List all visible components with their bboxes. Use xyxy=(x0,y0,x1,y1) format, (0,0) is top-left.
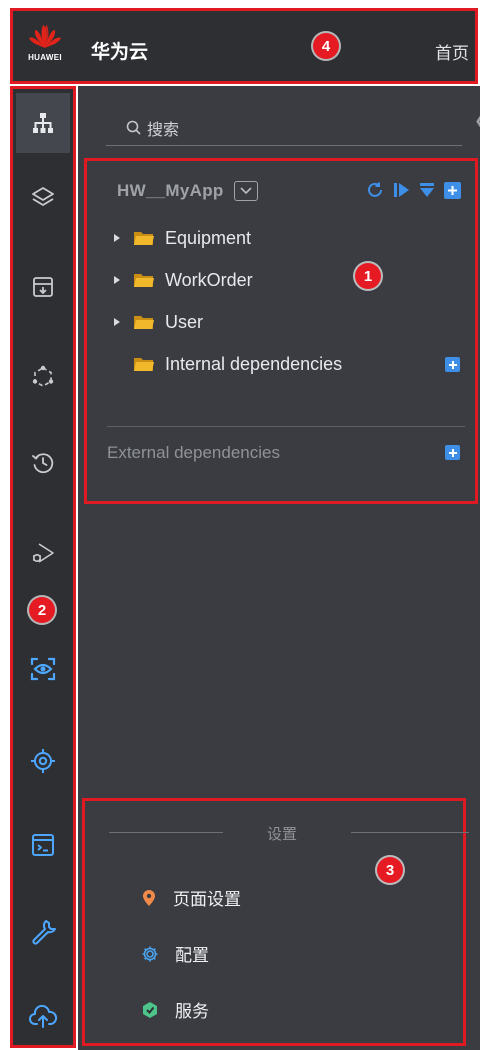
tree-item-label: User xyxy=(165,311,204,332)
app-name: HW__MyApp xyxy=(117,181,224,200)
tree-item-equipment[interactable]: Equipment xyxy=(113,225,251,251)
settings-title: 设置 xyxy=(267,826,298,843)
rail-item-eye-scan[interactable] xyxy=(16,639,70,699)
rail-item-history[interactable] xyxy=(16,433,70,493)
rail-item-sitemap[interactable] xyxy=(16,93,70,153)
top-bar: HUAWEI 华为云 4 首页 xyxy=(10,8,478,84)
huawei-logo[interactable]: HUAWEI xyxy=(22,23,68,79)
tree-item-label: Internal dependencies xyxy=(165,353,343,374)
refresh-icon[interactable] xyxy=(366,181,384,199)
add-internal-dependency-button[interactable] xyxy=(445,357,460,372)
home-link[interactable]: 首页 xyxy=(435,39,469,64)
app-selector: HW__MyApp xyxy=(117,181,258,201)
collapse-all-icon[interactable] xyxy=(418,181,436,199)
divider xyxy=(107,426,465,427)
tree-item-user[interactable]: User xyxy=(113,309,203,335)
run-icon[interactable] xyxy=(392,181,410,199)
callout-badge-4: 4 xyxy=(313,33,339,59)
rail-item-target[interactable] xyxy=(16,731,70,791)
callout-badge-1: 1 xyxy=(355,263,381,289)
huawei-flower-icon xyxy=(29,25,61,48)
folder-icon xyxy=(133,229,155,247)
rail-item-terminal[interactable] xyxy=(16,815,70,875)
add-external-dependency-button[interactable] xyxy=(445,445,460,460)
layers-icon xyxy=(32,187,54,206)
rail-item-wrench[interactable] xyxy=(16,901,70,961)
tree-item-label: WorkOrder xyxy=(165,269,253,290)
folder-icon xyxy=(133,355,155,373)
add-icon[interactable] xyxy=(444,181,461,199)
sitemap-icon xyxy=(33,113,53,133)
cloud-upload-icon xyxy=(29,1004,58,1028)
settings-divider-right xyxy=(351,832,469,833)
caret-right-icon[interactable] xyxy=(113,275,127,285)
config-item[interactable]: 配置 xyxy=(141,941,209,966)
tree-toolbar xyxy=(366,181,461,199)
page-settings-label: 页面设置 xyxy=(173,890,241,909)
rail-item-archive[interactable] xyxy=(16,257,70,317)
location-pin-icon xyxy=(143,889,155,906)
service-label: 服务 xyxy=(175,1002,209,1021)
collapse-panel-icon[interactable]: ❮ xyxy=(474,112,480,129)
caret-right-icon[interactable] xyxy=(113,317,127,327)
config-label: 配置 xyxy=(175,946,209,965)
rail-item-hexagon-nodes[interactable] xyxy=(16,347,70,407)
caret-right-icon[interactable] xyxy=(113,233,127,243)
hexagon-nodes-icon xyxy=(32,365,54,387)
rail-item-debug[interactable] xyxy=(16,523,70,583)
plus-icon xyxy=(448,360,457,369)
chevron-down-icon xyxy=(240,187,252,195)
app-dropdown-button[interactable] xyxy=(233,181,258,201)
eye-scan-icon xyxy=(30,657,56,681)
terminal-icon xyxy=(32,834,54,856)
target-icon xyxy=(31,749,55,773)
service-item[interactable]: 服务 xyxy=(141,997,209,1022)
external-dependencies-label[interactable]: External dependencies xyxy=(107,443,280,463)
brand-title[interactable]: 华为云 xyxy=(91,37,148,64)
service-hex-icon xyxy=(143,1001,157,1018)
history-icon xyxy=(32,453,54,474)
search-placeholder: 搜索 xyxy=(147,121,180,139)
archive-icon xyxy=(33,277,53,297)
rail-item-layers[interactable] xyxy=(16,167,70,227)
debug-play-icon xyxy=(32,543,54,563)
tree-item-label: Equipment xyxy=(165,227,252,248)
plus-icon xyxy=(448,448,457,457)
gear-icon xyxy=(142,946,158,961)
wrench-icon xyxy=(32,920,56,945)
tree-item-workorder[interactable]: WorkOrder xyxy=(113,267,253,293)
folder-icon xyxy=(133,313,155,331)
logo-text: HUAWEI xyxy=(28,53,62,62)
settings-section: 设置 3 页面设置 配置 服务 xyxy=(82,798,469,1046)
folder-icon xyxy=(133,271,155,289)
left-icon-rail: 2 xyxy=(10,86,76,1048)
settings-divider-left xyxy=(109,832,223,833)
project-tree: HW__MyApp Equipment WorkOrder 1 User Int… xyxy=(84,158,478,504)
tree-item-internal-dependencies[interactable]: Internal dependencies xyxy=(113,351,342,377)
callout-badge-2: 2 xyxy=(29,597,55,623)
rail-item-cloud-upload[interactable] xyxy=(16,987,70,1047)
callout-badge-3: 3 xyxy=(377,857,403,883)
page-settings-item[interactable]: 页面设置 xyxy=(141,885,241,910)
search-input[interactable]: 搜索 xyxy=(106,110,462,146)
search-icon xyxy=(126,120,141,135)
